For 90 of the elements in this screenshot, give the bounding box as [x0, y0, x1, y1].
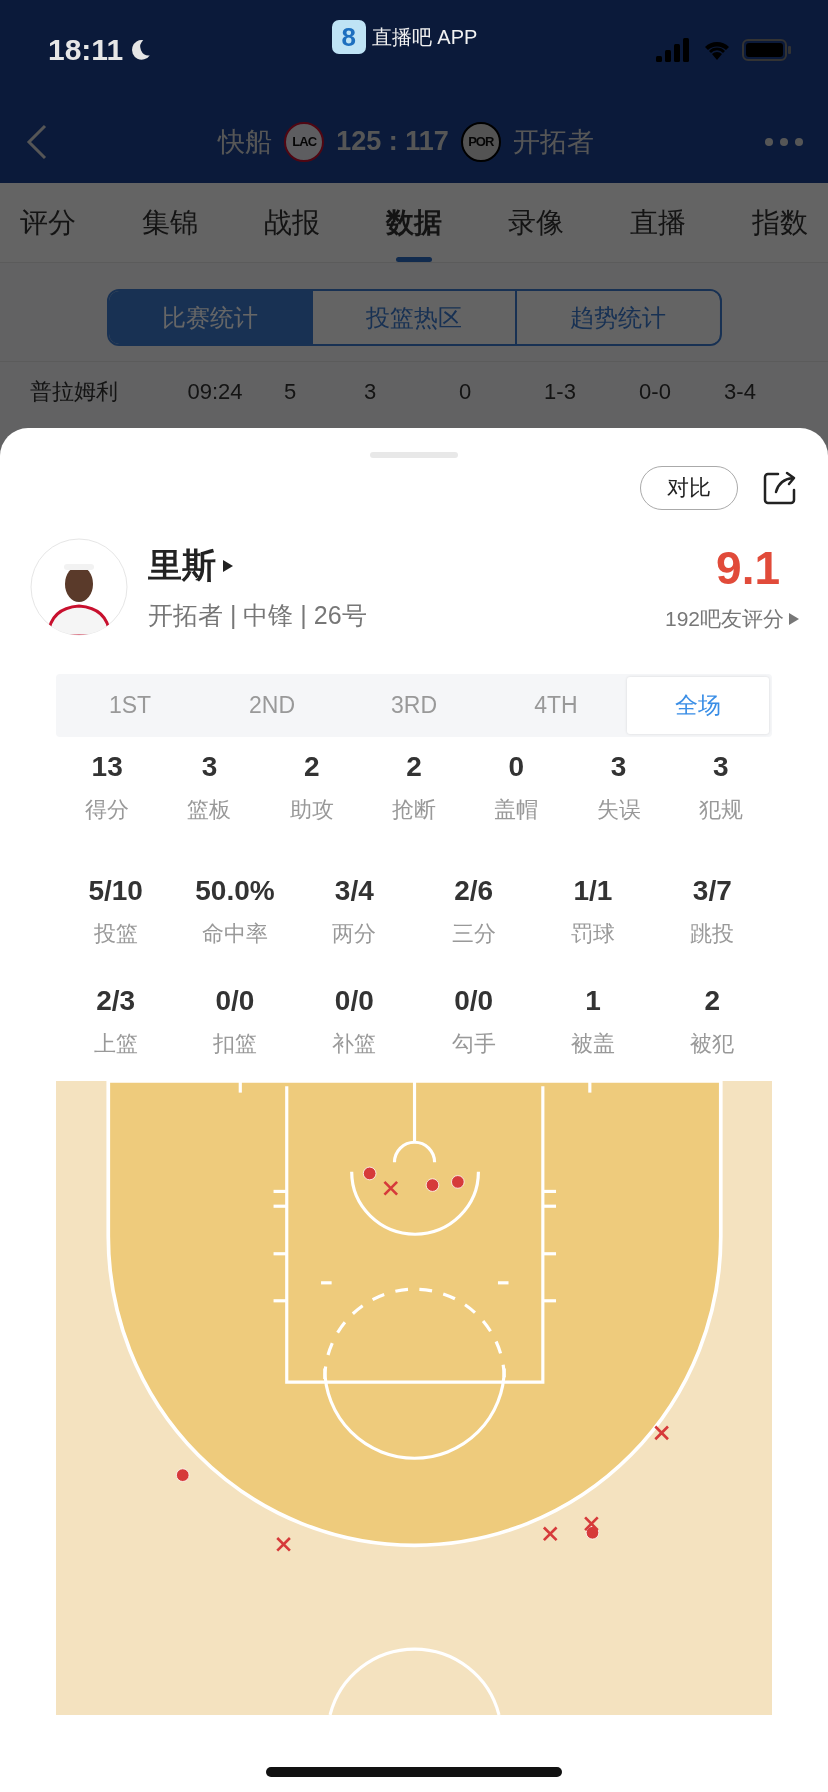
nav-tab[interactable]: 集锦 — [142, 183, 198, 262]
stat-label: 得分 — [85, 796, 130, 824]
stat-label: 助攻 — [289, 796, 334, 824]
missed-shot-marker — [583, 1516, 600, 1532]
stat-value: 0/0 — [334, 985, 374, 1017]
stat-label: 扣篮 — [213, 1030, 257, 1058]
table-cell-text: 3 — [362, 379, 378, 405]
back-icon[interactable] — [26, 123, 48, 160]
battery-icon — [742, 38, 792, 62]
stat-label: 犯规 — [698, 796, 743, 824]
triangle-icon — [222, 558, 234, 573]
player-info: 开拓者 | 中锋 | 26号 — [148, 599, 368, 631]
nav-tab[interactable]: 直播 — [630, 183, 686, 262]
stat-value: 2/3 — [96, 985, 136, 1017]
made-shot-marker — [176, 1468, 190, 1482]
stat-label: 篮板 — [187, 796, 232, 824]
app-name: 直播吧 APP — [371, 24, 478, 50]
missed-shot-marker — [275, 1536, 292, 1552]
made-shot-marker — [451, 1175, 465, 1189]
period-tab[interactable]: 1ST — [59, 677, 201, 734]
team-name: 快船 — [218, 125, 273, 159]
stat-label: 被犯 — [690, 1030, 735, 1058]
table-cell-text: 5 — [282, 379, 298, 405]
stat-value: 5/10 — [88, 875, 143, 907]
app-badge: 8 — [331, 20, 366, 54]
team-logo: POR — [460, 121, 501, 162]
stat-value: 2/6 — [454, 875, 494, 907]
missed-shot-marker — [383, 1180, 399, 1196]
table-cell-text: 3-4 — [723, 379, 757, 405]
stat-value: 0 — [508, 751, 525, 783]
stat-label: 两分 — [332, 920, 377, 948]
made-shot-marker — [425, 1178, 440, 1192]
stat-value: 2 — [406, 751, 422, 783]
share-icon[interactable] — [762, 470, 798, 506]
nav-tab[interactable]: 指数 — [752, 183, 808, 262]
stat-label: 罚球 — [571, 920, 615, 948]
more-icon[interactable] — [764, 136, 804, 147]
stat-label: 三分 — [451, 920, 496, 948]
player-rating: 9.1 — [716, 541, 780, 595]
triangle-icon — [788, 612, 800, 626]
stat-label: 投篮 — [93, 920, 138, 948]
stat-label: 抢断 — [392, 796, 436, 824]
table-cell-text: 0-0 — [638, 379, 672, 405]
made-shot-marker — [362, 1166, 377, 1181]
stat-value: 3 — [201, 751, 218, 783]
stat-value: 50.0% — [195, 875, 275, 907]
stat-value: 13 — [91, 751, 123, 783]
missed-shot-marker — [542, 1526, 558, 1542]
stat-label: 上篮 — [93, 1030, 138, 1058]
stat-value: 3/4 — [334, 875, 374, 907]
stat-label: 补篮 — [332, 1030, 377, 1058]
nav-tab[interactable]: 数据 — [386, 183, 442, 262]
period-tab[interactable]: 3RD — [343, 677, 485, 734]
stat-label: 命中率 — [202, 920, 268, 948]
nav-tab[interactable]: 评分 — [20, 183, 76, 262]
table-cell-text: 1-3 — [543, 379, 577, 405]
signal-icon — [656, 38, 692, 62]
table-cell-text: 09:24 — [186, 379, 244, 405]
stat-value: 2 — [303, 751, 320, 783]
stat-label: 跳投 — [690, 920, 735, 948]
nav-tab[interactable]: 战报 — [264, 183, 320, 262]
player-name[interactable]: 里斯 — [148, 542, 234, 589]
period-tab[interactable]: 4TH — [485, 677, 627, 734]
stat-label: 失误 — [596, 796, 641, 824]
nav-tab[interactable]: 录像 — [508, 183, 564, 262]
stat-value: 1 — [585, 985, 601, 1017]
stat-value: 2 — [704, 985, 721, 1017]
stat-label: 盖帽 — [494, 796, 539, 824]
stat-label: 勾手 — [451, 1030, 496, 1058]
stat-label: 被盖 — [571, 1030, 615, 1058]
match-score: 125 : 117 — [336, 126, 449, 157]
table-cell-text: 普拉姆利 — [30, 378, 119, 406]
segment-tab[interactable]: 比赛统计 — [108, 291, 311, 344]
compare-button[interactable]: 对比 — [640, 466, 738, 510]
missed-shot-marker — [654, 1425, 670, 1441]
stat-value: 1/1 — [573, 875, 613, 907]
team-logo: LAC — [284, 121, 325, 162]
stat-value: 0/0 — [454, 985, 494, 1017]
status-time: 18:11 — [48, 33, 124, 67]
stat-value: 3 — [713, 751, 729, 783]
rating-count-link[interactable]: 192吧友评分 — [664, 605, 800, 633]
period-tab[interactable]: 2ND — [201, 677, 343, 734]
made-shot-marker — [585, 1526, 600, 1540]
stat-value: 0/0 — [215, 985, 255, 1017]
stat-value: 3/7 — [692, 875, 732, 907]
team-name: 开拓者 — [512, 125, 594, 159]
segment-tab[interactable]: 趋势统计 — [515, 291, 720, 344]
period-tab[interactable]: 全场 — [627, 677, 769, 734]
table-cell-text: 0 — [457, 379, 473, 405]
stat-value: 3 — [610, 751, 627, 783]
